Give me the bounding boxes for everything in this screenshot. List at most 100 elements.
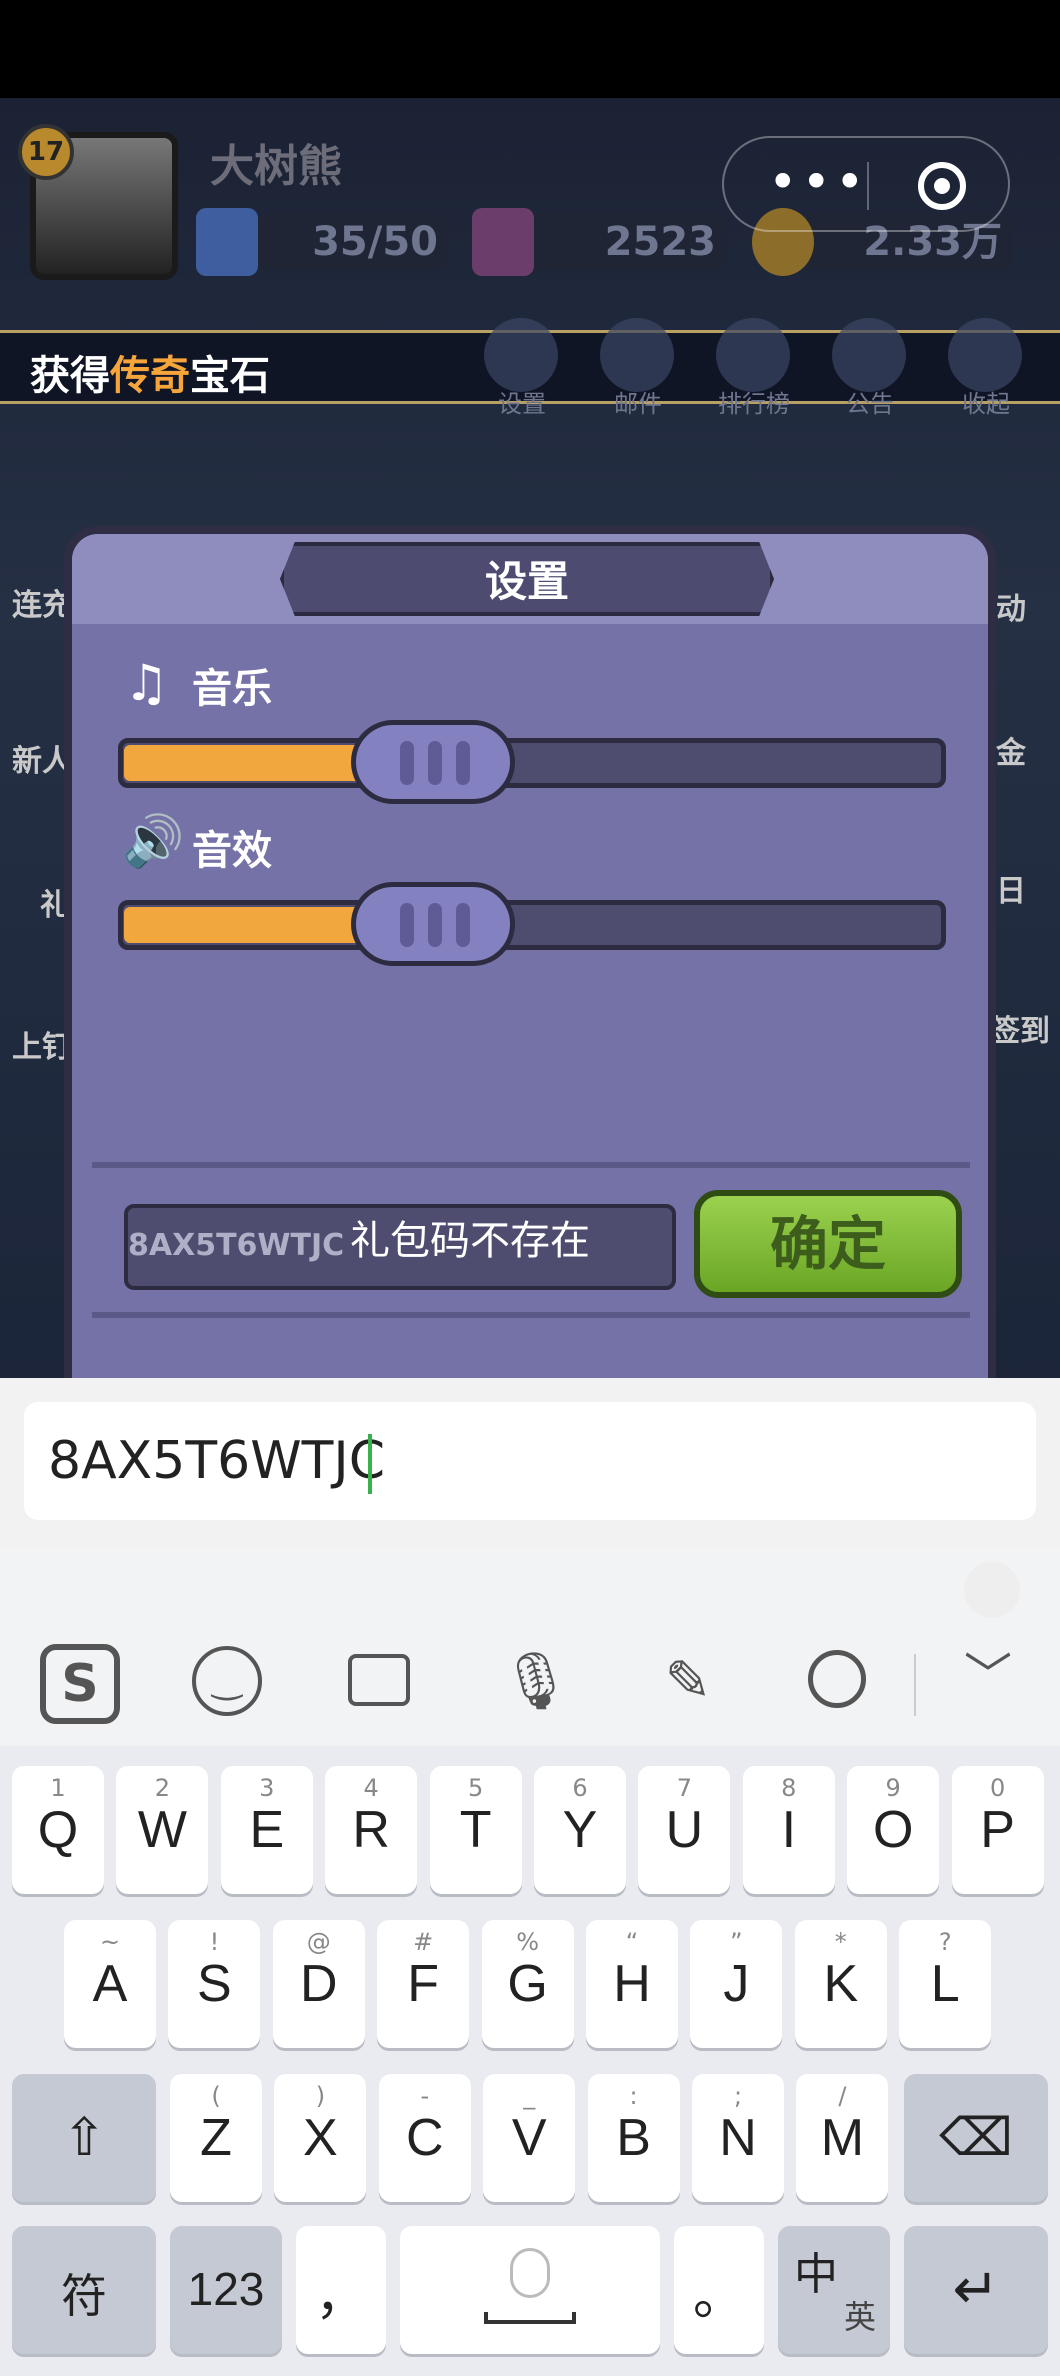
symbols-key[interactable]: 符 (12, 2226, 156, 2354)
key-label: S (197, 1955, 232, 2013)
microphone-icon[interactable]: 🎙 (500, 1646, 571, 1718)
key-w[interactable]: 2W (116, 1766, 209, 1894)
key-label: V (511, 2109, 547, 2167)
key-label: N (719, 2109, 757, 2167)
status-bar (0, 0, 1060, 98)
key-o[interactable]: 9O (847, 1766, 940, 1894)
announcement-button[interactable] (832, 318, 906, 392)
mail-button[interactable] (600, 318, 674, 392)
key-d[interactable]: @ D (272, 1920, 365, 2048)
space-key[interactable] (400, 2226, 660, 2354)
key-sub-label: * (834, 1928, 847, 1956)
numbers-key[interactable]: 123 (170, 2226, 282, 2354)
key-label: Q (37, 1801, 79, 1859)
more-menu-icon[interactable]: ••• (768, 157, 864, 207)
key-l[interactable]: ? L (899, 1920, 992, 2048)
space-mic-icon (510, 2248, 550, 2298)
side-item-recharge[interactable]: 连充 (12, 580, 72, 624)
key-sub-label: ” (730, 1928, 743, 1956)
key-label: F (407, 1955, 440, 2013)
side-item-activity[interactable]: 动 (996, 584, 1026, 628)
sfx-slider-thumb[interactable] (351, 882, 516, 966)
key-label: A (92, 1955, 128, 2013)
music-note-icon: ♫ (124, 654, 169, 712)
handwriting-icon[interactable]: ✎ (652, 1646, 724, 1718)
key-sub-label: 2 (154, 1774, 171, 1802)
key-k[interactable]: * K (794, 1920, 887, 2048)
side-item-checkin[interactable]: 签到 (990, 1006, 1050, 1050)
key-f[interactable]: # F (377, 1920, 470, 2048)
key-h[interactable]: “H (586, 1920, 678, 2048)
key-m[interactable]: / M (796, 2074, 889, 2202)
key-sub-label: 5 (467, 1774, 484, 1802)
side-item-fund[interactable]: 金 (996, 728, 1026, 772)
space-bar-icon (484, 2312, 576, 2324)
gem-icon[interactable] (472, 208, 534, 276)
gift-code-value: 8AX5T6WTJC (128, 1228, 345, 1263)
search-icon[interactable] (808, 1650, 866, 1708)
key-e[interactable]: 3E (220, 1766, 313, 1894)
key-b[interactable]: :B (587, 2074, 680, 2202)
key-label: H (613, 1955, 651, 2013)
key-label: K (823, 1955, 859, 2013)
side-item-newbie[interactable]: 新人 (12, 736, 72, 780)
leaderboard-button[interactable] (716, 318, 790, 392)
sogou-logo-icon[interactable]: S (40, 1644, 120, 1724)
backspace-icon: ⌫ (939, 2108, 1013, 2168)
emoji-icon[interactable]: ‿ (192, 1646, 262, 1716)
key-label: B (616, 2109, 651, 2167)
collapse-keyboard-icon[interactable]: ﹀ (952, 1640, 1024, 1712)
text-caret (368, 1434, 372, 1494)
key-x[interactable]: ) X (274, 2074, 367, 2202)
key-z[interactable]: (Z (170, 2074, 262, 2202)
close-target-icon[interactable] (918, 162, 966, 210)
settings-button[interactable] (484, 318, 558, 392)
key-i[interactable]: 8I (742, 1766, 835, 1894)
backspace-key[interactable]: ⌫ (904, 2074, 1048, 2202)
energy-counter: 35/50 (228, 214, 448, 270)
side-item-left4[interactable]: 上钉 (12, 1022, 72, 1066)
key-u[interactable]: 7U (638, 1766, 731, 1894)
period-key[interactable]: 。 (674, 2226, 764, 2354)
key-label: G (507, 1955, 548, 2013)
key-p[interactable]: 0P (951, 1766, 1044, 1894)
side-item-daily[interactable]: 日 (996, 866, 1026, 910)
key-j[interactable]: ” J (690, 1920, 783, 2048)
sfx-label: 音效 (192, 828, 272, 874)
key-sub-label: ; (733, 2082, 743, 2110)
key-q[interactable]: 1Q (12, 1766, 104, 1894)
keyboard-icon[interactable] (348, 1654, 410, 1706)
key-n[interactable]: ; N (692, 2074, 784, 2202)
collapse-button[interactable] (948, 318, 1022, 392)
enter-key[interactable]: ↵ (904, 2226, 1048, 2354)
key-r[interactable]: 4R (325, 1766, 418, 1894)
music-label: 音乐 (192, 666, 272, 712)
music-slider-thumb[interactable] (351, 720, 516, 804)
assistant-icon[interactable] (964, 1562, 1020, 1618)
key-sub-label: / (838, 2082, 847, 2110)
key-label: W (137, 1801, 187, 1859)
miniprogram-capsule: ••• (722, 136, 1010, 232)
shift-key[interactable]: ⇧ (12, 2074, 156, 2202)
gift-code-input[interactable] (24, 1402, 1036, 1520)
key-sub-label: 9 (885, 1774, 901, 1802)
key-a[interactable]: ~ A (64, 1920, 156, 2048)
key-sub-label: “ (625, 1928, 639, 1956)
key-g[interactable]: % G (481, 1920, 574, 2048)
key-sub-label: 8 (781, 1774, 797, 1802)
dialog-title: 设置 (484, 557, 569, 606)
key-t[interactable]: 5T (429, 1766, 522, 1894)
key-y[interactable]: 6Y (534, 1766, 626, 1894)
key-c[interactable]: -C (378, 2074, 471, 2202)
key-sub-label: ! (209, 1928, 220, 1956)
key-sub-label: ~ (99, 1928, 121, 1956)
key-sub-label: 0 (989, 1774, 1006, 1802)
energy-icon[interactable] (196, 208, 258, 276)
comma-key[interactable]: ， (296, 2226, 386, 2354)
confirm-button[interactable]: 确定 (694, 1190, 962, 1298)
key-sub-label: 7 (676, 1774, 693, 1802)
language-switch-key[interactable]: 中 英 (778, 2226, 890, 2354)
key-s[interactable]: ! S (168, 1920, 261, 2048)
key-v[interactable]: _ V (483, 2074, 576, 2202)
key-sub-label: 3 (259, 1774, 275, 1802)
